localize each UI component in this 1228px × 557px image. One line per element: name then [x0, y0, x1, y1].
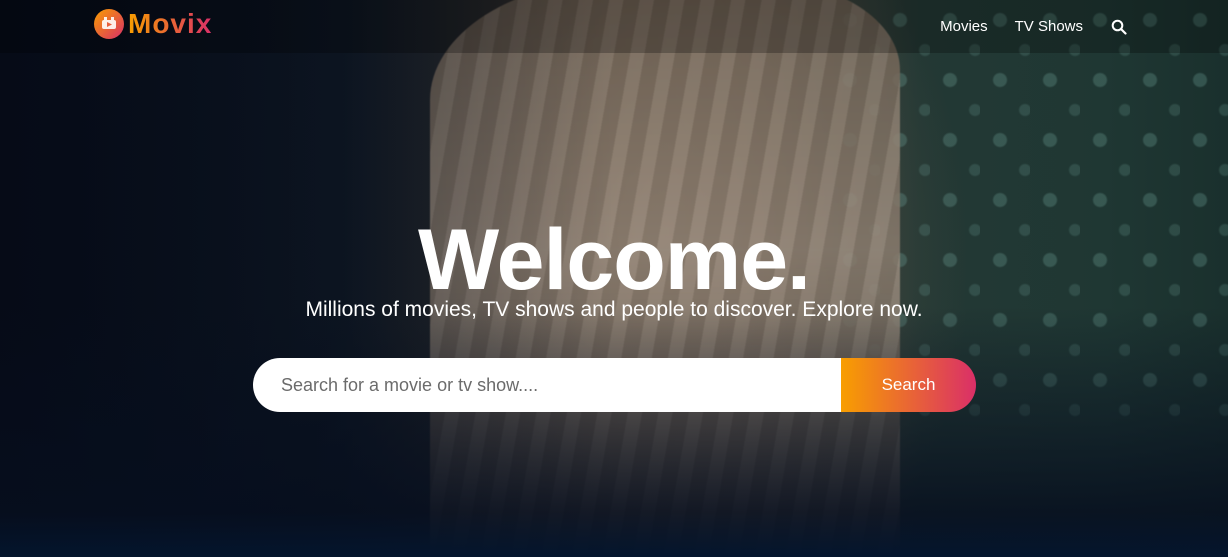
search-icon[interactable] — [1110, 18, 1128, 36]
search-input[interactable] — [253, 358, 841, 412]
nav-item-tv-shows[interactable]: TV Shows — [1015, 18, 1083, 35]
hero-title: Welcome. — [418, 212, 811, 308]
logo[interactable]: Movix — [94, 9, 212, 39]
main-nav: Movies TV Shows — [940, 0, 1128, 53]
search-bar: Search — [253, 358, 976, 412]
nav-item-movies[interactable]: Movies — [940, 18, 988, 35]
logo-text: Movix — [128, 8, 213, 39]
top-header: Movix Movies TV Shows — [0, 0, 1228, 53]
film-reel-icon — [94, 9, 124, 39]
hero-subtitle: Millions of movies, TV shows and people … — [305, 298, 923, 321]
search-button[interactable]: Search — [841, 358, 976, 412]
